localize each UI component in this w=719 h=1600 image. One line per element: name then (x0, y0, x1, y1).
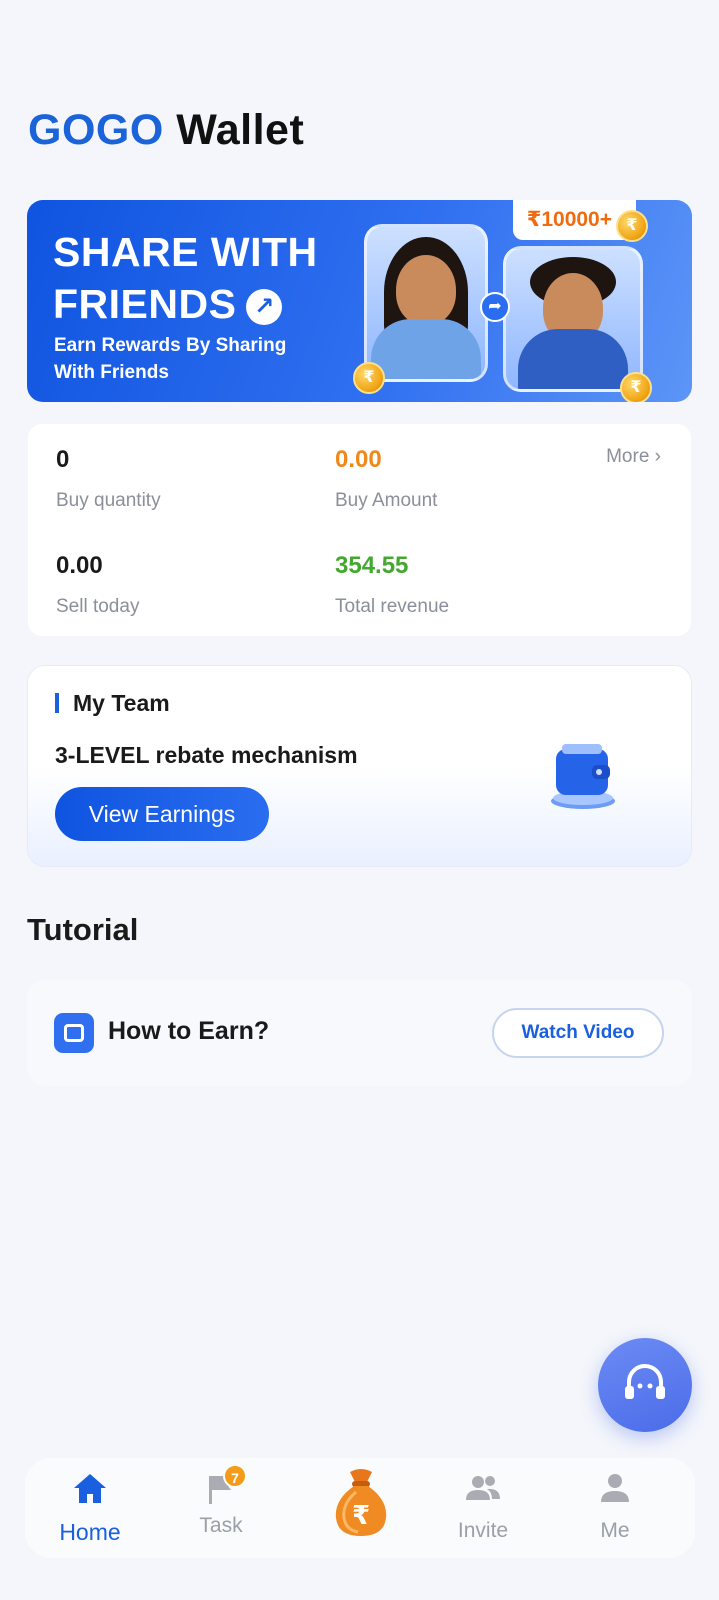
tutorial-item[interactable]: How to Earn? Watch Video (27, 980, 692, 1086)
more-label: More (606, 446, 650, 467)
team-heading: My Team (55, 692, 170, 715)
customer-support-button[interactable] (598, 1338, 692, 1432)
stat-value: 0.00 (335, 446, 382, 473)
stat-label: Buy quantity (56, 490, 161, 511)
stat-label: Buy Amount (335, 490, 438, 511)
title-suffix: Wallet (176, 106, 305, 154)
home-icon (74, 1474, 106, 1503)
watch-video-button[interactable]: Watch Video (492, 1008, 664, 1058)
nav-home[interactable]: Home (35, 1470, 145, 1546)
coin-icon: ₹ (620, 372, 652, 402)
stats-card: More › 0 Buy quantity 0.00 Buy Amount 0.… (28, 424, 691, 636)
person-icon (601, 1474, 629, 1502)
task-badge: 7 (223, 1464, 247, 1488)
share-arrow-icon: ➦ (480, 292, 510, 322)
stat-value: 0 (56, 446, 70, 473)
banner-title: SHARE WITH FRIENDS ↗ (53, 226, 363, 330)
headset-icon (625, 1364, 665, 1399)
money-bag-icon: ₹ (335, 1469, 387, 1536)
wallet-icon (551, 744, 615, 809)
nav-label: Home (59, 1519, 121, 1545)
stat-value: 0.00 (56, 552, 103, 579)
nav-task[interactable]: 7 Task (166, 1464, 276, 1538)
nav-label: Task (199, 1514, 243, 1537)
app-title: GOGO Wallet (28, 106, 304, 155)
boy-illustration (503, 246, 643, 392)
nav-label: Invite (457, 1519, 509, 1542)
chevron-right-icon: › (654, 446, 661, 467)
stat-total-revenue: 354.55 Total revenue (335, 552, 449, 618)
stat-label: Sell today (56, 596, 140, 617)
brand-name: GOGO (28, 106, 164, 154)
team-description: 3-LEVEL rebate mechanism (55, 742, 358, 768)
view-earnings-button[interactable]: View Earnings (55, 787, 269, 841)
stat-buy-amount: 0.00 Buy Amount (335, 446, 437, 512)
people-icon (466, 1476, 500, 1500)
tutorial-item-text: How to Earn? (108, 1017, 270, 1045)
stat-label: Total revenue (335, 596, 450, 617)
stat-sell-today: 0.00 Sell today (56, 552, 139, 618)
coin-icon: ₹ (616, 210, 648, 242)
more-link[interactable]: More › (606, 446, 661, 468)
rupee-symbol: ₹ (352, 1501, 370, 1531)
coin-icon: ₹ (353, 362, 385, 394)
banner-subtitle: Earn Rewards By Sharing With Friends (54, 335, 287, 383)
share-banner[interactable]: SHARE WITH FRIENDS ↗ Earn Rewards By Shar… (27, 200, 692, 402)
nav-me[interactable]: Me (560, 1470, 670, 1543)
girl-illustration (364, 224, 488, 382)
arrow-up-right-icon: ↗ (246, 289, 283, 326)
bottom-navigation: Home 7 Task ₹ Invite Me (25, 1458, 695, 1558)
stat-buy-quantity: 0 Buy quantity (56, 446, 161, 512)
flag-icon: 7 (201, 1464, 247, 1506)
my-team-card: My Team 3-LEVEL rebate mechanism View Ea… (27, 665, 692, 867)
stat-value: 354.55 (335, 552, 409, 579)
tutorial-heading: Tutorial (27, 912, 139, 947)
nav-label: Me (600, 1519, 630, 1542)
wallet-icon (54, 1013, 94, 1053)
nav-money-bag[interactable]: ₹ (330, 1466, 392, 1538)
nav-invite[interactable]: Invite (428, 1470, 538, 1543)
